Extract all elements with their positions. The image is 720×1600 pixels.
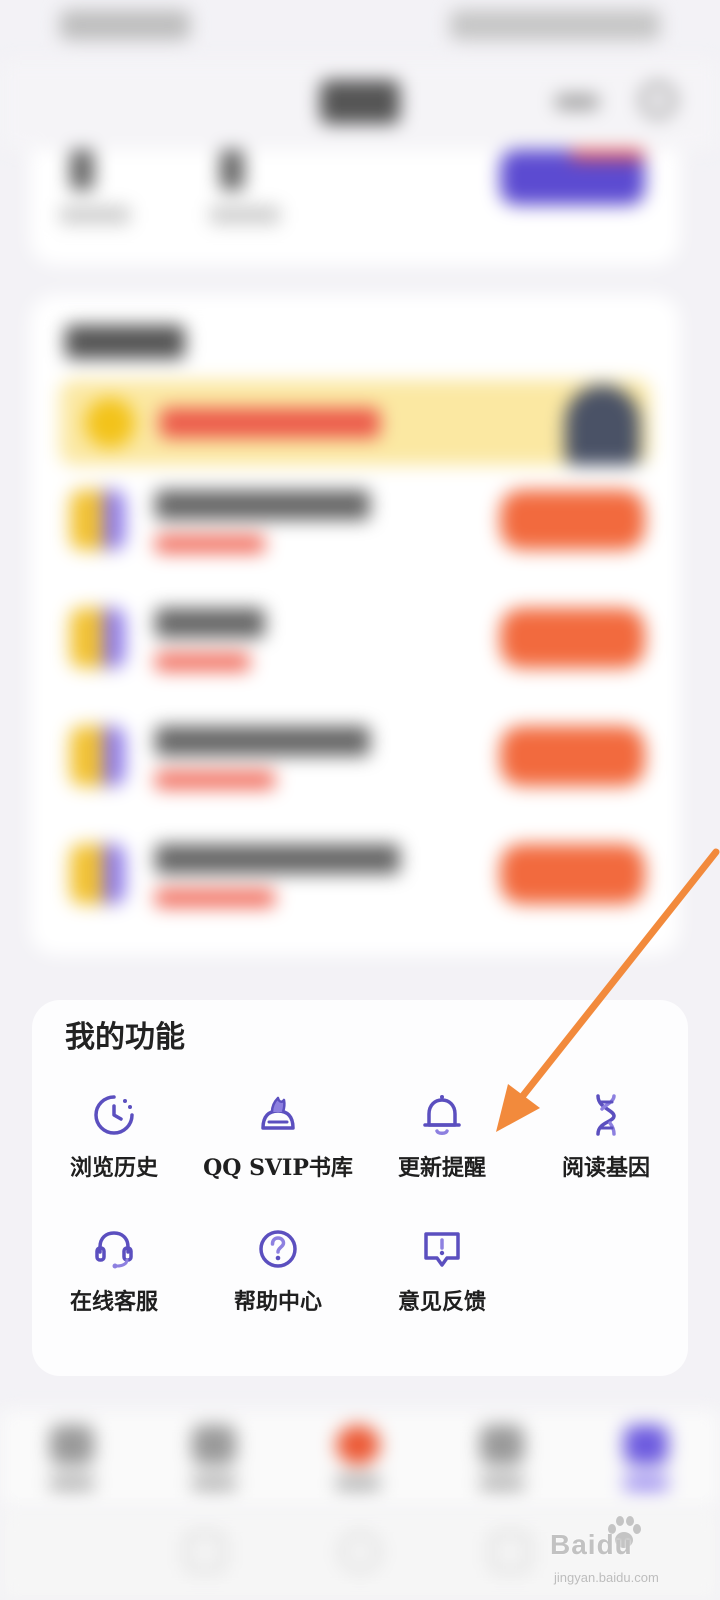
nav-recents-icon[interactable]: [490, 1532, 530, 1572]
func-label: 更新提醒: [397, 1155, 486, 1181]
banner-text: [160, 408, 380, 438]
func-label: 意见反馈: [397, 1289, 486, 1315]
func-label: 帮助中心: [233, 1289, 322, 1315]
mascot-image: [565, 385, 640, 465]
feedback-bubble-icon: [419, 1226, 465, 1272]
func-help-center[interactable]: 帮助中心: [196, 1226, 360, 1338]
stat-item[interactable]: [210, 150, 290, 240]
coin-icon: [85, 398, 135, 448]
settings-gear-icon[interactable]: [640, 82, 676, 118]
task-button[interactable]: [500, 726, 645, 786]
stats-action-button[interactable]: [500, 150, 645, 205]
task-row: [65, 480, 650, 560]
help-circle-icon: [255, 1226, 301, 1272]
svip-library-icon: [255, 1092, 301, 1138]
tab-category[interactable]: [472, 1425, 532, 1500]
baidu-watermark: Baidu jingyan.baidu.com: [548, 1515, 718, 1595]
dna-icon: [583, 1092, 629, 1138]
func-online-service[interactable]: 在线客服: [32, 1226, 196, 1338]
func-reading-dna[interactable]: 阅读基因: [524, 1092, 688, 1204]
nav-home-icon[interactable]: [340, 1532, 380, 1572]
page-title: [320, 80, 400, 124]
bell-icon: [419, 1092, 465, 1138]
welfare-center-card: [30, 295, 680, 955]
task-button[interactable]: [500, 490, 645, 550]
func-label: 阅读基因: [561, 1155, 650, 1181]
welfare-title: [65, 325, 185, 359]
func-label: 浏览历史: [69, 1155, 158, 1181]
func-label: QQ SVIP书库: [203, 1155, 353, 1181]
more-icon[interactable]: [555, 95, 599, 109]
stats-card: [30, 150, 680, 265]
headset-icon: [91, 1226, 137, 1272]
tab-bookstore[interactable]: [184, 1425, 244, 1500]
my-functions-card: 我的功能 浏览历史 QQ SVIP书库 更新提醒 阅读基因 在线客服 帮助中心 …: [32, 1000, 688, 1376]
func-label: 在线客服: [69, 1289, 158, 1315]
func-browse-history[interactable]: 浏览历史: [32, 1092, 196, 1204]
stat-item[interactable]: [60, 150, 140, 240]
status-time: [60, 10, 190, 40]
task-row: [65, 834, 650, 914]
bottom-tab-bar: [0, 1410, 720, 1510]
tab-center[interactable]: [328, 1425, 388, 1500]
blurred-background: [0, 0, 720, 1000]
welfare-banner[interactable]: [60, 380, 650, 465]
task-row: [65, 716, 650, 796]
func-svip-library[interactable]: QQ SVIP书库: [196, 1092, 360, 1204]
task-button[interactable]: [500, 844, 645, 904]
watermark-brand: Baidu: [550, 1529, 633, 1560]
section-title: 我的功能: [65, 1020, 185, 1055]
watermark-url: jingyan.baidu.com: [554, 1570, 659, 1585]
func-update-reminder[interactable]: 更新提醒: [360, 1092, 524, 1204]
status-icons: [450, 10, 660, 40]
task-button[interactable]: [500, 608, 645, 668]
func-feedback[interactable]: 意见反馈: [360, 1226, 524, 1338]
history-clock-icon: [91, 1092, 137, 1138]
page-header: [0, 60, 720, 150]
tab-bookshelf[interactable]: [42, 1425, 102, 1500]
task-row: [65, 598, 650, 678]
status-bar: [0, 0, 720, 60]
tab-me[interactable]: [616, 1425, 676, 1500]
nav-back-icon[interactable]: [185, 1532, 225, 1572]
